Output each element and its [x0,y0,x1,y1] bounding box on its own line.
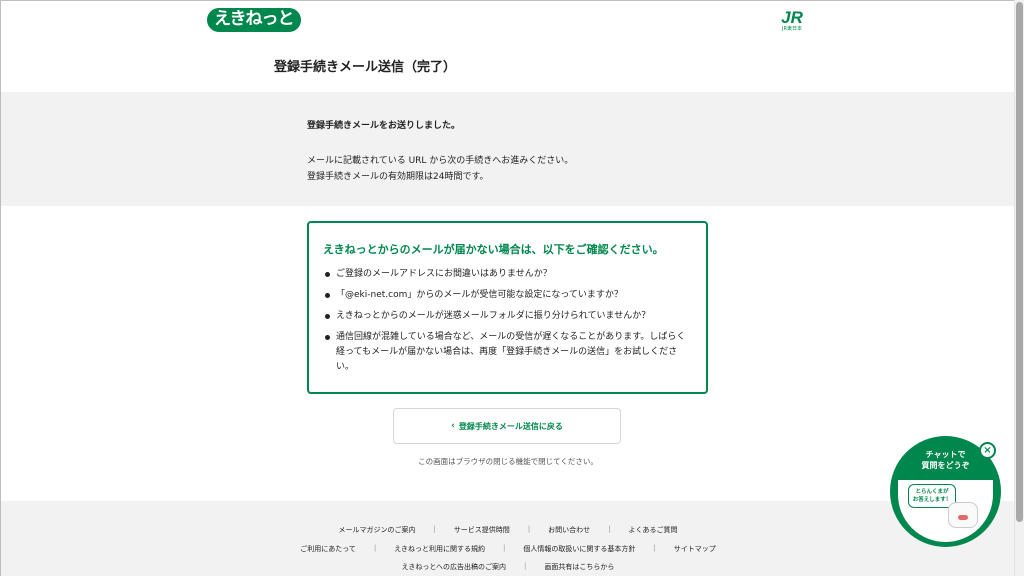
footer-link-contact[interactable]: お問い合わせ [548,525,590,535]
chat-widget-illustration: とらんくまが お答えします！ [898,480,993,542]
footer-link-screen-share[interactable]: 画面共有はこちらから [544,562,614,572]
footer-separator: | [524,562,527,570]
notice-item: 「@eki-net.com」からのメールが受信可能な設定になっていますか？ [323,288,693,303]
jr-logo-mark: JR [781,8,803,27]
footer-link-advertising[interactable]: えきねっとへの広告出稿のご案内 [402,562,506,572]
footer-links-row-2: ご利用にあたって | えきねっと利用に関する規約 | 個人情報の取扱いに関する基… [1,544,1014,554]
jr-east-logo[interactable]: JR JR東日本 [777,9,807,35]
footer-link-sitemap[interactable]: サイトマップ [674,544,716,554]
footer-separator: | [433,525,436,533]
close-window-note: この画面はブラウザの閉じる機能で閉じてください。 [418,457,598,466]
notice-item: えきねっとからのメールが迷惑メールフォルダに振り分けられていませんか？ [323,309,693,324]
browser-viewport: えきねっと JR JR東日本 登録手続きメール送信（完了） 登録手続きメールをお… [0,0,1014,576]
footer-separator: | [527,525,531,533]
completion-summary: 登録手続きメールをお送りしました。 メールに記載されている URL から次の手続… [1,92,1014,206]
ekinet-logo-text: えきねっと [207,8,301,32]
summary-heading: 登録手続きメールをお送りしました。 [307,121,461,131]
chat-bubble-line-2: お答えします！ [912,497,952,503]
footer-link-terms-of-use[interactable]: ご利用にあたって [300,544,356,554]
footer-link-mail-magazine[interactable]: メールマガジンのご案内 [338,525,415,535]
page-title: 登録手続きメール送信（完了） [274,60,457,75]
chevron-left-icon: ‹ [451,421,455,431]
site-footer: メールマガジンのご案内 | サービス提供時間 | お問い合わせ | よくあるご質… [1,501,1014,576]
footer-links-row-3: えきねっとへの広告出稿のご案内 | 画面共有はこちらから [1,562,1014,572]
email-not-received-notice: えきねっとからのメールが届かない場合は、以下をご確認ください。 ご登録のメールア… [307,221,708,394]
summary-expiry: 登録手続きメールの有効期限は24時間です。 [307,172,489,182]
notice-list: ご登録のメールアドレスにお間違いはありませんか？ 「@eki-net.com」か… [323,267,693,381]
notice-item: ご登録のメールアドレスにお間違いはありませんか？ [323,267,693,282]
footer-separator: | [503,544,506,552]
back-button-label: 登録手続きメール送信に戻る [458,421,563,431]
summary-instruction: メールに記載されている URL から次の手続きへお進みください。 [307,156,574,166]
footer-link-usage-rules[interactable]: えきねっと利用に関する規約 [394,544,485,554]
chat-title-line-2: 質問をどうぞ [921,461,970,470]
chat-bubble-line-1: とらんくまが [915,489,949,495]
vertical-scrollbar[interactable] [1014,0,1024,576]
footer-separator: | [373,544,377,552]
back-to-registration-button[interactable]: ‹ 登録手続きメール送信に戻る [393,408,621,444]
footer-link-privacy-policy[interactable]: 個人情報の取扱いに関する基本方針 [523,544,635,554]
notice-item: 通信回線が混雑している場合など、メールの受信が遅くなることがあります。しばらく経… [323,330,693,375]
footer-separator: | [608,525,611,533]
trunk-bear-mascot-icon [948,502,978,528]
footer-separator: | [653,544,656,552]
footer-link-faq[interactable]: よくあるご質問 [629,525,678,535]
scrollbar-thumb[interactable] [1016,2,1023,522]
ekinet-logo[interactable]: えきねっと [207,7,301,33]
notice-heading: えきねっとからのメールが届かない場合は、以下をご確認ください。 [323,243,664,256]
footer-links-row-1: メールマガジンのご案内 | サービス提供時間 | お問い合わせ | よくあるご質… [1,525,1014,535]
site-header: えきねっと JR JR東日本 [1,1,1014,35]
close-icon[interactable]: × [979,442,996,459]
footer-link-service-hours[interactable]: サービス提供時間 [454,525,510,535]
